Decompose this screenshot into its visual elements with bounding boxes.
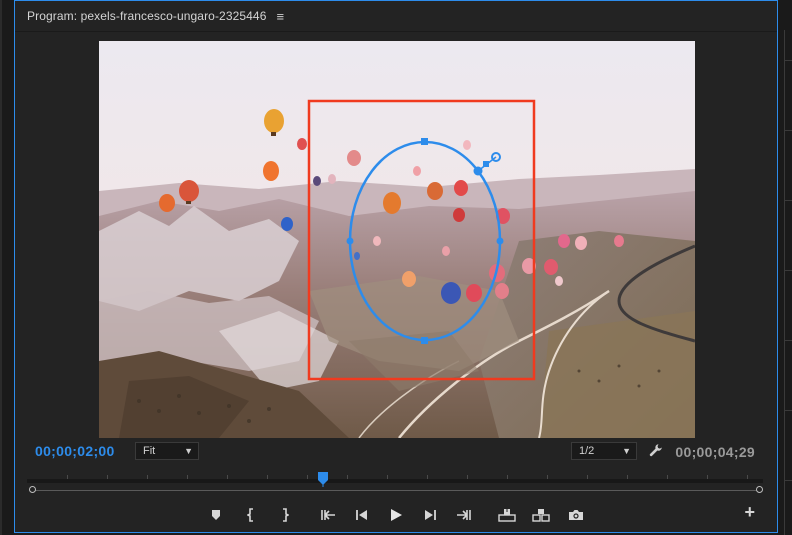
monitor-controls: 00;00;02;00 Fit ▼ 1/2 ▼ 00;00;04;29: [15, 441, 777, 465]
duration-timecode: 00;00;04;29: [675, 444, 755, 460]
current-timecode[interactable]: 00;00;02;00: [35, 443, 115, 459]
panel-title: Program: pexels-francesco-ungaro-2325446: [27, 9, 267, 23]
mask-handle-top: [421, 138, 428, 145]
zoom-select[interactable]: Fit ▼: [135, 442, 199, 460]
button-editor-add-button[interactable]: +: [744, 502, 755, 523]
in-point-handle[interactable]: [29, 486, 36, 493]
step-back-icon: [356, 510, 367, 520]
panel-header: Program: pexels-francesco-ungaro-2325446…: [15, 1, 777, 31]
timeline-track[interactable]: [33, 490, 757, 491]
export-frame-button[interactable]: [565, 504, 587, 526]
mark-out-button[interactable]: [273, 504, 295, 526]
mark-in-button[interactable]: [241, 504, 263, 526]
program-viewer[interactable]: [99, 41, 695, 438]
marker-icon: [212, 510, 220, 520]
play-icon: [391, 509, 402, 521]
transport-controls: +: [15, 502, 777, 526]
left-panel-edge: [0, 0, 14, 535]
step-back-button[interactable]: [351, 504, 373, 526]
program-monitor-panel: Program: pexels-francesco-ungaro-2325446…: [14, 0, 778, 533]
step-forward-button[interactable]: [419, 504, 441, 526]
hamburger-menu-icon[interactable]: ≡: [276, 9, 284, 24]
chevron-down-icon: ▼: [184, 446, 193, 456]
lift-button[interactable]: [496, 504, 518, 526]
extract-icon: [532, 509, 550, 522]
mark-out-icon: [283, 508, 289, 522]
step-forward-icon: [425, 510, 436, 520]
mask-handle-left: [346, 237, 354, 245]
out-point-handle[interactable]: [756, 486, 763, 493]
go-to-in-icon: [321, 510, 335, 520]
mask-handle-right: [496, 237, 504, 245]
extract-button[interactable]: [530, 504, 552, 526]
mark-in-icon: [247, 508, 253, 522]
wrench-icon[interactable]: [649, 443, 663, 462]
go-to-out-icon: [457, 510, 471, 520]
go-to-out-button[interactable]: [453, 504, 475, 526]
lift-icon: [498, 509, 516, 522]
resolution-select[interactable]: 1/2 ▼: [571, 442, 637, 460]
playhead[interactable]: [317, 471, 329, 492]
camera-icon: [569, 510, 583, 520]
zoom-value: Fit: [143, 445, 156, 457]
go-to-in-button[interactable]: [317, 504, 339, 526]
mask-handle-bottom: [421, 337, 428, 344]
resolution-value: 1/2: [579, 445, 595, 457]
add-marker-button[interactable]: [205, 504, 227, 526]
right-panel-edge: [778, 0, 792, 535]
chevron-down-icon: ▼: [622, 446, 631, 456]
timeline-scrubber[interactable]: [27, 469, 767, 499]
play-button[interactable]: [385, 504, 407, 526]
time-ruler[interactable]: [27, 479, 763, 483]
